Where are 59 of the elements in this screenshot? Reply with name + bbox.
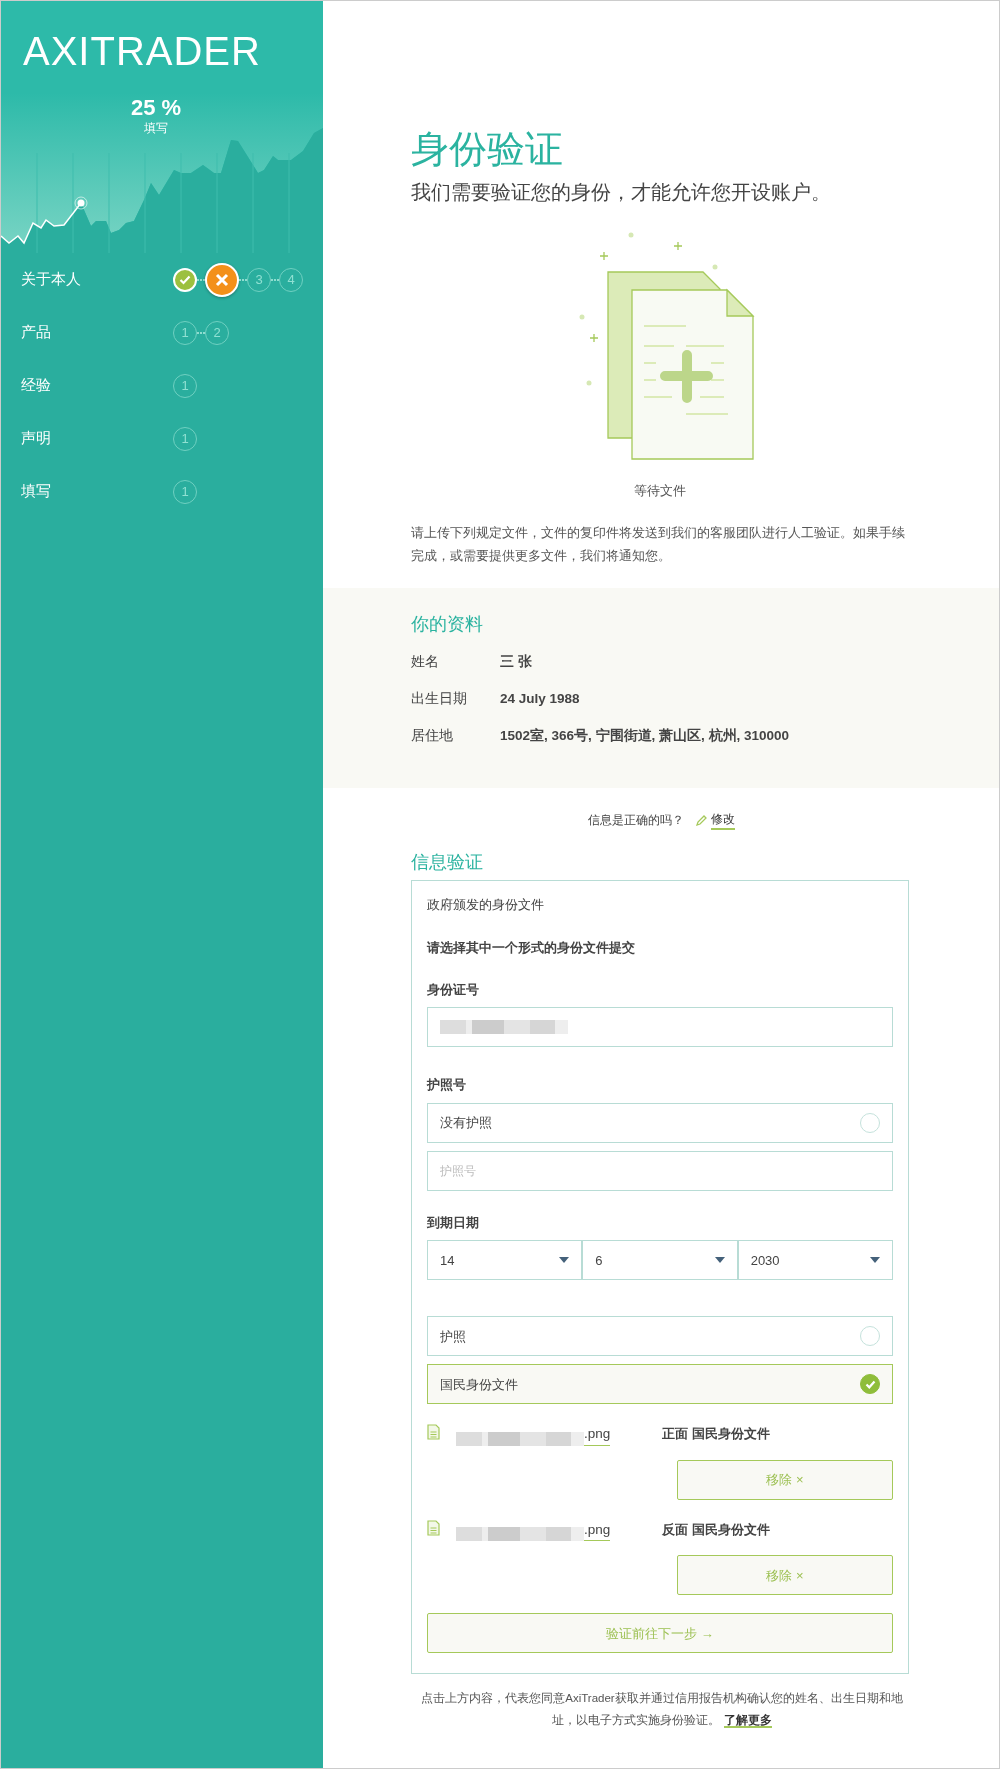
field-value: 1502室, 366号, 宁围街道, 萧山区, 杭州, 310000	[500, 726, 790, 745]
dropdown-select[interactable]: 2030	[737, 1240, 893, 1281]
progress-percent: 25 %	[131, 97, 182, 119]
edit-link[interactable]: 修改	[710, 810, 735, 831]
page-title: 身份验证	[411, 127, 564, 172]
sidebar-item[interactable]: 产品	[21, 321, 173, 344]
sidebar-item[interactable]: 经验	[21, 374, 173, 397]
section-heading: 你的资料	[411, 613, 484, 636]
intro-paragraph: 请上传下列规定文件，文件的复印件将发送到我们的客服团队进行人工验证。如果手续完成，或需要提供更多文件，我们将通知您。	[411, 524, 906, 565]
field-label: 姓名	[411, 652, 440, 671]
select-value: 6	[595, 1251, 603, 1270]
field-label: 身份证号	[427, 980, 480, 999]
option-label: 国民身份文件	[440, 1375, 518, 1394]
select-value: 2030	[750, 1251, 780, 1270]
step-error-icon[interactable]	[205, 262, 239, 297]
option-row[interactable]: 护照	[427, 1316, 893, 1357]
instruction-text: 请选择其中一个形式的身份文件提交	[427, 939, 636, 958]
document-icon	[427, 1424, 440, 1441]
pencil-icon	[695, 814, 707, 826]
dropdown-select[interactable]: 6	[582, 1240, 738, 1281]
dropdown-select[interactable]: 14	[427, 1240, 583, 1281]
next-step-button[interactable]: 验证前往下一步 →	[427, 1613, 893, 1654]
field-label: 出生日期	[411, 689, 468, 708]
passport-number-input[interactable]: 护照号	[427, 1150, 893, 1191]
id-number-field[interactable]	[427, 1007, 893, 1048]
sidebar-item[interactable]: 声明	[21, 427, 173, 450]
document-icon	[427, 1519, 440, 1536]
file-label: 正面 国民身份文件	[662, 1425, 771, 1444]
option-label: 护照	[440, 1327, 466, 1346]
section-heading: 信息验证	[411, 852, 484, 874]
remove-button[interactable]: 移除 ×	[677, 1459, 893, 1500]
illustration-caption: 等待文件	[634, 481, 686, 500]
consent-text: 点击上方内容，代表您同意AxiTrader获取并通过信用报告机构确认您的姓名、出生日期和地址，以电子方式实施身份验证。 了解更多	[420, 1691, 904, 1731]
field-label: 到期日期	[427, 1213, 480, 1232]
option-row[interactable]: 国民身份文件	[427, 1364, 893, 1405]
option-row[interactable]: 没有护照	[427, 1102, 893, 1143]
confirm-question: 信息是正确的吗？	[587, 812, 684, 830]
file-link[interactable]: .png	[584, 1519, 611, 1542]
field-label: 护照号	[427, 1076, 467, 1095]
dropdown-caret-icon	[870, 1257, 880, 1264]
field-label: 居住地	[411, 726, 454, 745]
sidebar-item[interactable]: 填写	[21, 480, 173, 503]
panel-title: 政府颁发的身份文件	[427, 895, 545, 914]
remove-button[interactable]: 移除 ×	[677, 1555, 893, 1596]
step-check-icon[interactable]	[173, 267, 197, 292]
progress-label: 填写	[143, 120, 170, 137]
logo: AXITRADER	[22, 28, 261, 71]
page-subtitle: 我们需要验证您的身份，才能允许您开设账户。	[411, 179, 832, 205]
file-label: 反面 国民身份文件	[662, 1520, 771, 1539]
select-value: 14	[440, 1251, 455, 1270]
field-value: 24 July 1988	[500, 689, 580, 708]
learn-more-link[interactable]: 了解更多	[723, 1714, 772, 1729]
dropdown-caret-icon	[714, 1257, 725, 1264]
option-label: 没有护照	[440, 1114, 492, 1133]
field-value: 三 张	[500, 652, 532, 671]
sidebar-item[interactable]: 关于本人	[21, 268, 173, 291]
dropdown-caret-icon	[559, 1257, 570, 1264]
check-icon	[860, 1374, 880, 1395]
file-link[interactable]: .png	[584, 1424, 611, 1446]
